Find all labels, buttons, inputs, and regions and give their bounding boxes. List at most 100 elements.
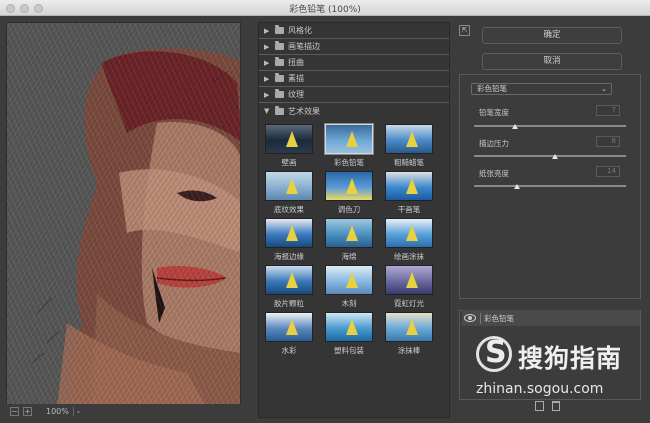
filter-thumbnail-label: 粗糙蜡笔 <box>394 158 424 167</box>
category-label: 风格化 <box>288 26 312 35</box>
sailboat-icon <box>286 272 298 288</box>
watermark-brand: 搜狗指南 <box>518 344 623 373</box>
window-title: 彩色铅笔 (100%) <box>289 5 361 15</box>
category-distort[interactable]: ▶ 扭曲 <box>259 55 449 71</box>
filter-preview-image <box>265 265 313 295</box>
pencil-width-input[interactable]: 7 <box>596 105 620 116</box>
filter-thumbnail[interactable]: 木刻 <box>325 265 373 309</box>
sailboat-icon <box>346 131 358 147</box>
folder-icon <box>275 89 284 98</box>
filter-thumbnail[interactable]: 彩色铅笔 <box>324 123 374 168</box>
sogou-logo-icon <box>476 335 512 372</box>
filter-thumbnail-label: 木刻 <box>341 299 357 308</box>
expanded-arrow-icon: ▼ <box>264 107 270 115</box>
category-artistic[interactable]: ▼ 艺术效果 <box>259 103 449 119</box>
category-label: 扭曲 <box>288 58 304 67</box>
ok-button[interactable]: 确定 <box>482 27 622 44</box>
filter-thumbnail[interactable]: 水彩 <box>265 312 313 356</box>
sailboat-icon <box>346 178 358 194</box>
watermark: 搜狗指南 zhinan.sogou.com <box>476 335 636 397</box>
filter-thumbnail-label: 底纹效果 <box>274 205 304 214</box>
filter-thumbnail-label: 霓虹灯光 <box>394 299 424 308</box>
filter-thumbnail-label: 海绵 <box>341 252 357 261</box>
paper-brightness-input[interactable]: 14 <box>596 166 620 177</box>
title-bar: 彩色铅笔 (100%) <box>0 0 650 16</box>
filter-thumbnail-label: 壁画 <box>281 158 297 167</box>
filter-thumbnail[interactable]: 塑料包装 <box>325 312 373 356</box>
filter-preview-image <box>385 171 433 201</box>
param-label-stroke-pressure: 描边压力 <box>479 139 509 148</box>
category-brush-strokes[interactable]: ▶ 画笔描边 <box>259 39 449 55</box>
sailboat-icon <box>346 272 358 288</box>
filter-thumbnail[interactable]: 海报边缘 <box>265 218 313 262</box>
filter-thumbnail-grid: 壁画 彩色铅笔 粗糙蜡笔底纹效果 调色刀 干画笔海报边缘 海绵 绘画涂抹胶片颗粒 木刻 霓虹灯光… <box>259 119 449 356</box>
filter-preview-image <box>265 312 313 342</box>
filter-thumbnail-label: 胶片颗粒 <box>274 299 304 308</box>
sailboat-icon <box>286 225 298 241</box>
category-label: 素描 <box>288 74 304 83</box>
pencil-width-slider[interactable] <box>474 125 626 127</box>
stroke-pressure-slider-handle[interactable] <box>551 154 558 159</box>
filter-select-value: 彩色铅笔 <box>477 84 507 93</box>
layer-actions <box>535 401 560 411</box>
sailboat-icon <box>286 131 298 147</box>
collapse-gallery-button[interactable]: ⇱ <box>459 25 470 36</box>
category-texture[interactable]: ▶ 纹理 <box>259 87 449 103</box>
folder-icon <box>275 41 284 50</box>
sailboat-icon <box>286 178 298 194</box>
filter-thumbnail-label: 水彩 <box>281 346 297 355</box>
zoom-in-button[interactable]: + <box>23 406 32 416</box>
filter-preview-image <box>265 124 313 154</box>
filter-preview-image <box>265 171 313 201</box>
new-effect-layer-icon[interactable] <box>535 401 544 411</box>
param-label-pencil-width: 铅笔宽度 <box>479 108 509 117</box>
stroke-pressure-slider[interactable] <box>474 155 626 157</box>
folder-icon <box>275 25 284 34</box>
filter-thumbnail[interactable]: 胶片颗粒 <box>265 265 313 309</box>
filter-select[interactable]: 彩色铅笔 ⌄ <box>471 83 612 95</box>
preview-canvas[interactable] <box>6 22 241 406</box>
collapsed-arrow-icon: ▶ <box>264 90 270 99</box>
effect-layer-row[interactable]: 彩色铅笔 <box>462 310 640 326</box>
sailboat-icon <box>406 272 418 288</box>
filter-preview-image <box>385 124 433 154</box>
zoom-out-button[interactable]: − <box>10 406 19 416</box>
trash-icon[interactable] <box>552 401 560 411</box>
category-sketch[interactable]: ▶ 素描 <box>259 71 449 87</box>
filter-thumbnail[interactable]: 底纹效果 <box>265 171 313 215</box>
filter-thumbnail[interactable]: 涂抹棒 <box>385 312 433 356</box>
sailboat-icon <box>286 319 298 335</box>
collapsed-arrow-icon: ▶ <box>264 42 270 51</box>
param-label-paper-brightness: 纸张亮度 <box>479 169 509 178</box>
sailboat-icon <box>406 131 418 147</box>
pencil-width-slider-handle[interactable] <box>512 124 519 129</box>
filter-preview-image <box>325 265 373 295</box>
filter-thumbnail-label: 调色刀 <box>337 205 361 214</box>
filter-thumbnail[interactable]: 调色刀 <box>325 171 373 215</box>
filter-thumbnail-label: 绘画涂抹 <box>394 252 424 261</box>
filter-preview-image <box>324 123 374 155</box>
sailboat-icon <box>346 225 358 241</box>
filter-preview-image <box>385 218 433 248</box>
filter-thumbnail-label: 塑料包装 <box>334 346 364 355</box>
collapsed-arrow-icon: ▶ <box>264 74 270 83</box>
filter-thumbnail-label: 海报边缘 <box>274 252 304 261</box>
sailboat-icon <box>406 225 418 241</box>
eye-icon[interactable] <box>464 314 476 322</box>
filter-thumbnail[interactable]: 粗糙蜡笔 <box>385 124 433 168</box>
filter-thumbnail[interactable]: 霓虹灯光 <box>385 265 433 309</box>
filter-thumbnail-label: 干画笔 <box>397 205 421 214</box>
zoom-menu-button[interactable]: ⌄ <box>72 406 83 416</box>
filter-preview-image <box>325 312 373 342</box>
cancel-button[interactable]: 取消 <box>482 53 622 70</box>
filter-thumbnail[interactable]: 海绵 <box>325 218 373 262</box>
collapsed-arrow-icon: ▶ <box>264 58 270 67</box>
filter-thumbnail[interactable]: 壁画 <box>265 124 313 168</box>
filter-thumbnail[interactable]: 绘画涂抹 <box>385 218 433 262</box>
paper-brightness-slider[interactable] <box>474 185 626 187</box>
paper-brightness-slider-handle[interactable] <box>513 184 520 189</box>
folder-open-icon <box>275 105 284 115</box>
category-stylize[interactable]: ▶ 风格化 <box>259 23 449 39</box>
filter-thumbnail[interactable]: 干画笔 <box>385 171 433 215</box>
stroke-pressure-input[interactable]: 8 <box>596 136 620 147</box>
